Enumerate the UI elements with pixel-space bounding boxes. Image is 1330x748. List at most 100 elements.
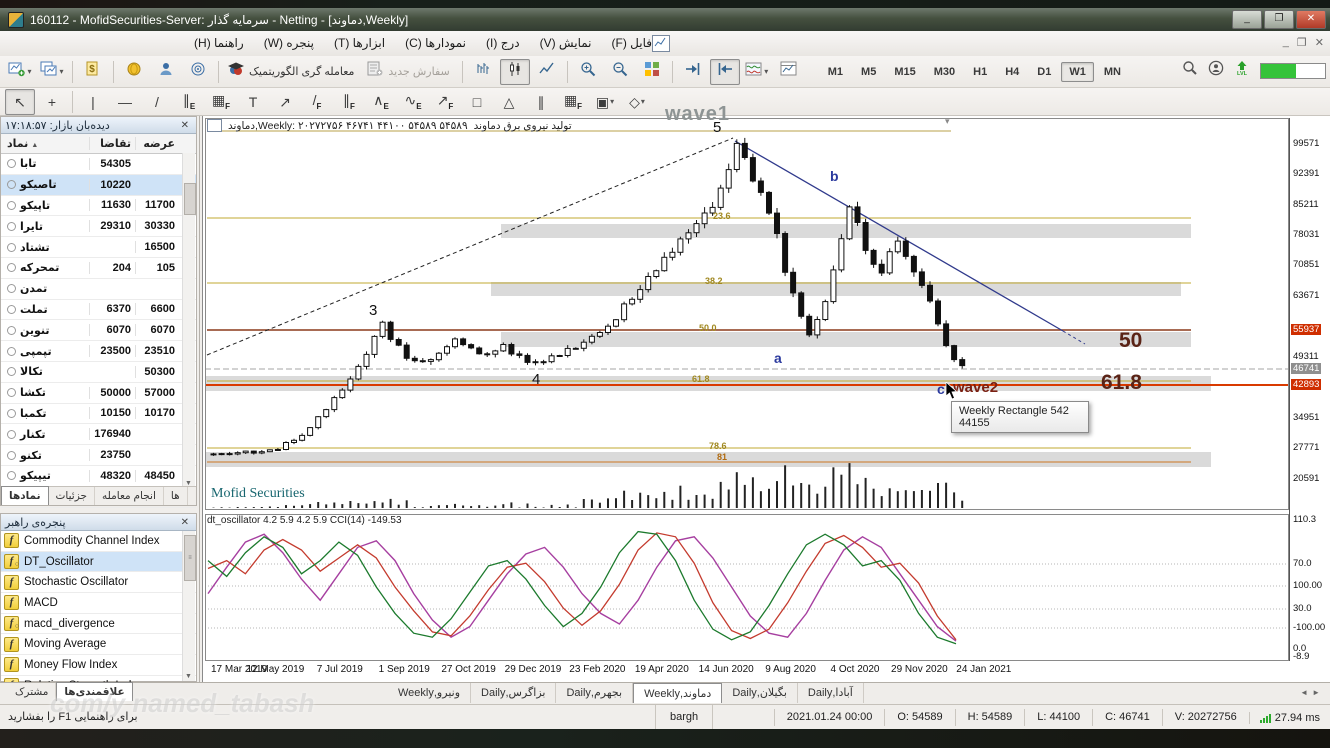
market-watch-row[interactable]: تکنو 23750 [1,445,196,466]
menu-V[interactable]: نمایش (V) [530,31,602,56]
chart-tab[interactable]: بگیلان,Daily [722,683,798,703]
person-icon[interactable] [151,59,181,85]
navigator-tab[interactable]: مشترک [8,683,57,701]
minimize-button[interactable]: _ [1232,10,1262,29]
chart-shift-icon[interactable] [709,58,740,85]
market-watch-titlebar[interactable]: دیده‌بان بازار: ۱۷:۱۸:۵۷ ✕ [1,117,196,134]
title-bar[interactable]: 160112 - MofidSecurities-Server: سرمايه … [0,8,1330,31]
close-icon[interactable]: ✕ [178,517,192,528]
menu-C[interactable]: نمودارها (C) [395,31,476,56]
chart-tab[interactable]: دماوند,Weekly [633,683,723,703]
parallel-lines-icon[interactable]: ∥ [526,89,556,115]
scroll-down-icon[interactable]: ▼ [185,673,192,680]
navigator-item[interactable]: f ○ DT_Oscillator [1,551,196,573]
navigator-tab[interactable]: علاقمندی‌ها [56,682,133,701]
menu-T[interactable]: ابزارها (T) [324,31,395,56]
bars-chart-icon[interactable] [468,59,498,85]
market-watch-row[interactable]: تملت 6370 6600 [1,300,196,321]
horizontal-line-icon[interactable]: — [110,89,140,115]
market-watch-dollar-icon[interactable]: $ [78,59,108,85]
column-header-0[interactable]: نماد ▲ [1,137,89,150]
navigator-item[interactable]: f MACD [1,593,196,614]
market-watch-row[interactable]: تنوین 6070 6070 [1,320,196,342]
fibo-grid-icon[interactable]: ▦F [206,89,236,115]
triangle-icon[interactable]: △ [494,89,524,115]
market-watch-row[interactable]: تمدن [1,279,196,300]
rectangle-icon[interactable]: □ [462,89,492,115]
grid-icon[interactable]: ▦F [558,89,588,115]
cycle-lines-icon[interactable]: ◇ ▾ [622,89,652,115]
market-watch-row[interactable]: تکمبا 10150 10170 [1,404,196,425]
vertical-line-icon[interactable]: | [78,89,108,115]
oscillator-chart[interactable] [205,514,1289,661]
new-chart-icon[interactable]: ▾ [5,59,35,85]
restore-button[interactable]: ❐ [1264,10,1294,29]
equidistant-channel-icon[interactable]: ∥E [174,89,204,115]
scrollbar-thumb[interactable] [184,183,196,215]
chart-tab[interactable]: بجهرم,Daily [556,683,634,703]
line-chart-icon[interactable] [532,59,562,85]
market-watch-row[interactable]: تپمپی 23500 23510 [1,341,196,362]
market-watch-row[interactable]: تمحرکه 204 105 [1,258,196,279]
profiles-icon[interactable]: ▾ [37,59,67,85]
zoom-in-icon[interactable] [573,59,603,85]
close-button[interactable]: ✕ [1296,10,1326,29]
cursor-icon[interactable]: ↖ [5,88,35,115]
navigator-item[interactable]: f Money Flow Index [1,655,196,676]
elliott-impulse-icon[interactable]: ∧E [366,89,396,115]
algo-trading-icon[interactable]: معامله گری الگوریتمیک [224,59,361,85]
column-header-2[interactable]: عرضه [135,137,179,150]
zoom-out-icon[interactable] [605,59,635,85]
market-watch-row[interactable]: تاصیکو 10220 [1,174,196,196]
chart-tab[interactable]: آبادا,Daily [798,683,864,703]
scrollbar-thumb[interactable]: ≡ [184,535,196,581]
market-watch-header[interactable]: نماد ▲ تقاضا عرضه [1,134,196,154]
market-watch-row[interactable]: تکالا 50300 [1,362,196,383]
market-watch-scrollbar[interactable]: ▼ [182,153,196,488]
price-axis[interactable]: 99571 92391 85211 78031 70851 63671 49311 34951… [1289,118,1330,662]
market-watch-row[interactable]: تکنار 176940 [1,424,196,446]
fibo-retracement-icon[interactable]: /F [302,89,332,115]
menu-H[interactable]: راهنما (H) [184,31,254,56]
shapes-icon[interactable]: ▣ ▾ [590,89,620,115]
trendline-icon[interactable]: / [142,89,172,115]
market-watch-tab[interactable]: نمادها [1,486,49,505]
timeframe-H4[interactable]: H4 [997,62,1027,82]
chevron-down-icon[interactable]: ▾ [59,67,63,76]
tab-scroll-arrows[interactable]: ◄► [1300,688,1324,697]
menu-I[interactable]: درج (I) [476,31,530,56]
market-watch-row[interactable]: تاپیکو 11630 11700 [1,196,196,217]
navigator-item[interactable]: f ○ macd_divergence [1,614,196,635]
chart-tab[interactable]: بزاگرس,Daily [471,683,557,703]
fibo-channel-icon[interactable]: ∥F [334,89,364,115]
navigator-item[interactable]: f Moving Average [1,634,196,656]
timeframe-W1[interactable]: W1 [1061,61,1094,82]
chevron-down-icon[interactable]: ▾ [764,67,768,76]
market-watch-tab[interactable]: ها [164,487,188,505]
mdi-child-icon[interactable] [652,35,670,52]
chevron-down-icon[interactable]: ▾ [27,67,31,76]
navigator-item[interactable]: f Commodity Channel Index [1,531,196,552]
crosshair-icon[interactable]: + [37,89,67,115]
candles-chart-icon[interactable] [499,58,530,85]
timeframe-M5[interactable]: M5 [853,62,884,82]
new-order-icon[interactable]: سفارش جدید [363,59,456,85]
timeframe-M30[interactable]: M30 [926,62,963,82]
community-avatar-icon[interactable] [1208,60,1224,81]
fibo-expansion-icon[interactable]: ↗F [430,89,460,115]
market-watch-row[interactable]: تیپیکو 48320 48450 [1,466,196,487]
search-icon[interactable] [1182,60,1198,81]
close-icon[interactable]: ✕ [178,120,192,131]
arrow-icon[interactable]: ↗ [270,89,300,115]
timeframe-H1[interactable]: H1 [965,62,995,82]
auto-scroll-icon[interactable] [678,59,708,85]
navigator-scrollbar[interactable]: ≡ ▼ [182,531,196,681]
market-watch-row[interactable]: تشتاد 16500 [1,237,196,258]
date-axis[interactable]: 17 Mar 2019 12 May 2019 7 Jul 2019 1 Sep 20… [205,662,1289,680]
indicator-window-icon[interactable] [774,59,804,85]
timeframe-D1[interactable]: D1 [1029,62,1059,82]
tile-windows-icon[interactable] [637,59,667,85]
text-label-icon[interactable]: T [238,89,268,115]
chart-window[interactable]: دماوند,Weekly: ۲۰۲۷۲۷۵۶ ۴۶۷۴۱ ۴۴۱۰۰ ۵۴۵۸… [202,103,1330,682]
market-watch-row[interactable]: تایرا 29310 30330 [1,216,196,238]
